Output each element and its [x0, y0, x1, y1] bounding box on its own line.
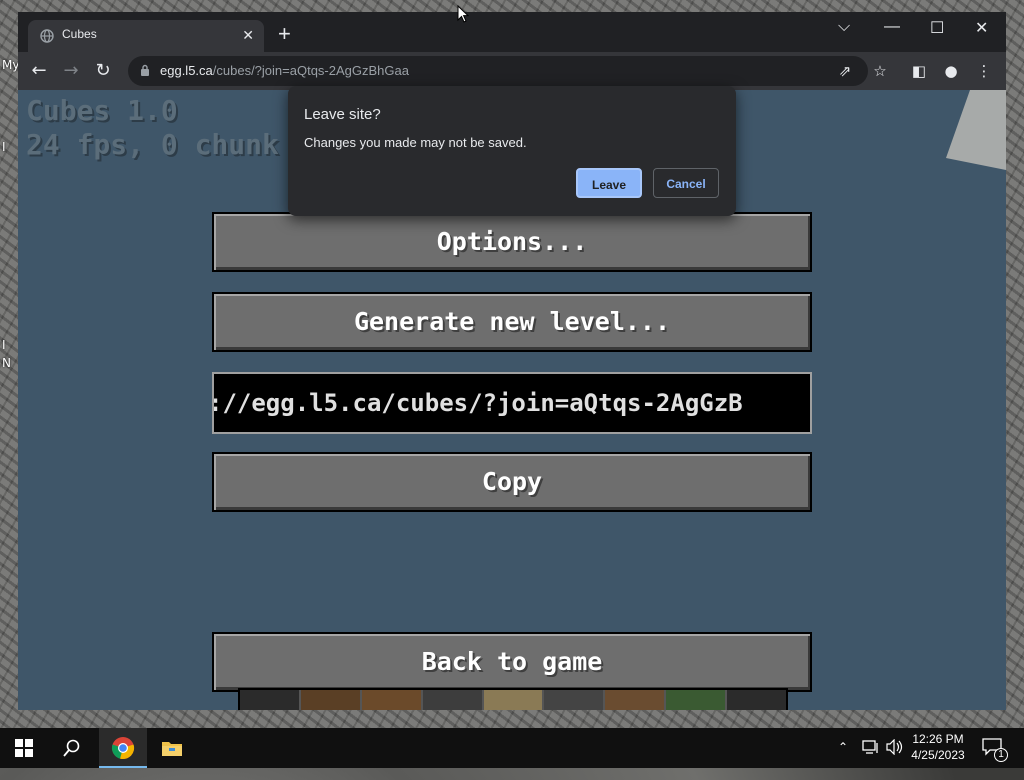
tab-close-icon[interactable]: ✕ [242, 27, 254, 44]
hotbar-slot[interactable] [422, 690, 484, 710]
tab-cubes[interactable]: Cubes ✕ [28, 20, 264, 52]
url-path: /cubes/?join=aQtqs-2AgGzBhGaa [212, 63, 409, 78]
hotbar [238, 688, 788, 710]
join-url-text: ://egg.l5.ca/cubes/?join=aQtqs-2AgGzB [212, 389, 743, 417]
hotbar-slot[interactable] [300, 690, 362, 710]
desktop-icon-label[interactable]: I [2, 140, 6, 154]
taskbar: ⌃ 12:26 PM 4/25/2023 1 [0, 728, 1024, 768]
hotbar-slot[interactable] [361, 690, 423, 710]
file-explorer-button[interactable] [148, 728, 196, 768]
chrome-icon [111, 737, 135, 760]
browser-toolbar: ← → ↻ egg.l5.ca/cubes/?join=aQtqs-2AgGzB… [18, 52, 1006, 90]
forward-arrow-icon[interactable]: → [60, 60, 82, 82]
side-panel-icon[interactable]: ◧ [908, 60, 930, 82]
options-button[interactable]: Options... [212, 212, 812, 272]
hotbar-slot[interactable] [727, 690, 786, 710]
back-to-game-button[interactable]: Back to game [212, 632, 812, 692]
minimize-button[interactable]: — [884, 18, 900, 36]
copy-button[interactable]: Copy [212, 452, 812, 512]
dialog-title: Leave site? [304, 106, 381, 123]
folder-icon [162, 742, 182, 756]
search-button[interactable] [48, 728, 96, 768]
title-bar: Cubes ✕ + ⌵ — ☐ ✕ [18, 12, 1006, 52]
leave-button[interactable]: Leave [576, 168, 642, 198]
globe-icon [40, 29, 54, 43]
new-tab-button[interactable]: + [278, 23, 291, 45]
desktop-icon-label[interactable]: I [2, 338, 6, 352]
tab-title: Cubes [62, 27, 97, 41]
hotbar-slot[interactable] [483, 690, 545, 710]
tab-search-icon[interactable]: ⌵ [838, 18, 850, 36]
hud-overlay: Cubes 1.0 24 fps, 0 chunk u [26, 94, 313, 162]
clock-date: 4/25/2023 [911, 748, 965, 762]
notifications-button[interactable]: 1 [982, 738, 1008, 778]
hotbar-slot[interactable] [666, 690, 728, 710]
world-block [946, 90, 1006, 170]
hotbar-slot[interactable] [544, 690, 606, 710]
hotbar-slot[interactable] [605, 690, 667, 710]
system-clock[interactable]: 12:26 PM 4/25/2023 [900, 731, 976, 763]
windows-logo-icon [15, 739, 33, 757]
join-url-field[interactable]: ://egg.l5.ca/cubes/?join=aQtqs-2AgGzB [212, 372, 812, 434]
share-icon[interactable]: ⇗ [834, 60, 856, 82]
hud-version: Cubes 1.0 [26, 94, 178, 127]
search-icon [63, 739, 80, 757]
leave-site-dialog: Leave site? Changes you made may not be … [288, 86, 736, 216]
chrome-taskbar-button[interactable] [99, 728, 147, 768]
profile-icon[interactable]: ● [940, 60, 962, 82]
start-button[interactable] [0, 728, 48, 768]
menu-dots-icon[interactable]: ⋮ [973, 60, 995, 82]
url-text[interactable]: egg.l5.ca/cubes/?join=aQtqs-2AgGzBhGaa [160, 63, 409, 78]
hud-stats: 24 fps, 0 chunk u [26, 128, 313, 161]
dialog-message: Changes you made may not be saved. [304, 135, 527, 150]
url-host: egg.l5.ca [160, 63, 213, 78]
bookmark-star-icon[interactable]: ☆ [869, 60, 891, 82]
desktop-icon-label[interactable]: N [2, 356, 11, 370]
maximize-button[interactable]: ☐ [930, 18, 944, 38]
reload-icon[interactable]: ↻ [92, 60, 114, 82]
back-arrow-icon[interactable]: ← [28, 60, 50, 82]
show-hidden-icons-chevron-icon[interactable]: ⌃ [838, 740, 848, 780]
mouse-cursor-icon [457, 5, 469, 23]
hotbar-slot[interactable] [240, 690, 301, 710]
notification-count-badge: 1 [994, 748, 1008, 762]
address-bar[interactable]: egg.l5.ca/cubes/?join=aQtqs-2AgGzBhGaa ⇗ [128, 56, 868, 86]
lock-icon [141, 64, 149, 76]
clock-time: 12:26 PM [912, 732, 964, 746]
network-icon[interactable] [862, 739, 880, 779]
close-window-button[interactable]: ✕ [975, 18, 988, 38]
desktop-icon-label[interactable]: My [2, 58, 19, 72]
cancel-button[interactable]: Cancel [653, 168, 719, 198]
generate-level-button[interactable]: Generate new level... [212, 292, 812, 352]
